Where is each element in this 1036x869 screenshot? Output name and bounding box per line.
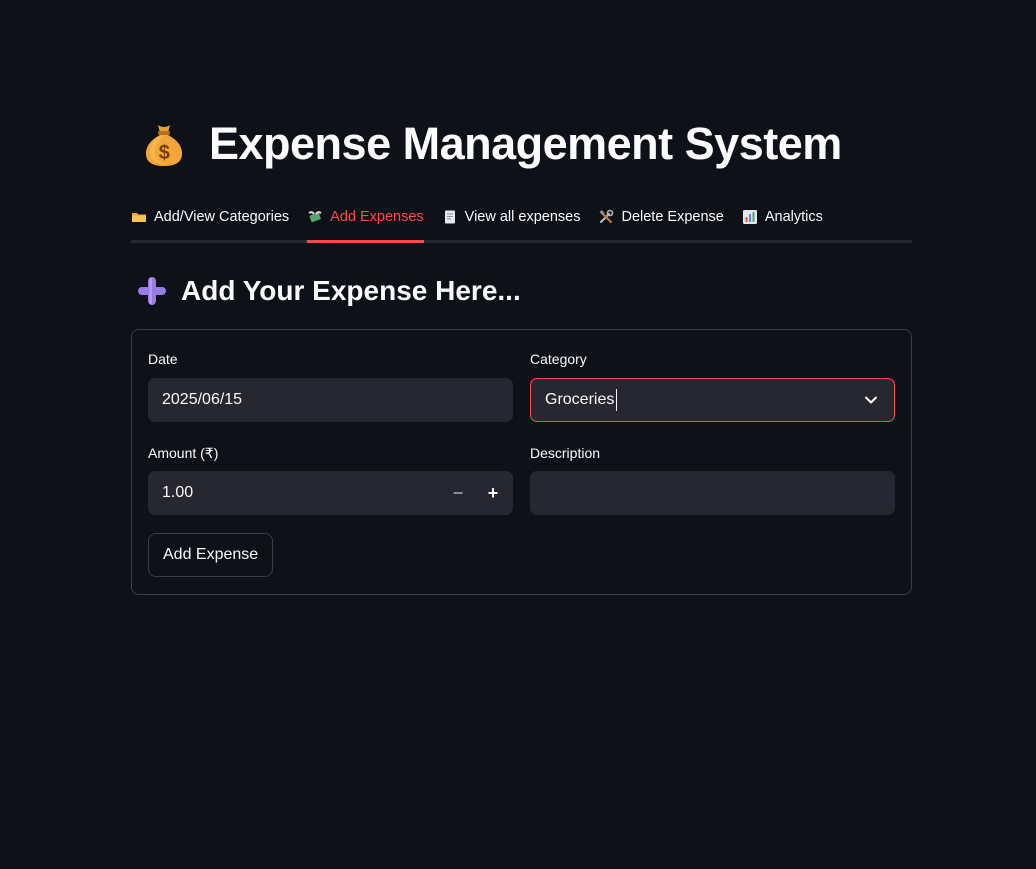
increment-button[interactable]: + [476,471,510,515]
folder-icon [132,213,146,222]
add-expense-button[interactable]: Add Expense [148,533,274,577]
category-select[interactable]: Groceries [530,378,895,422]
date-input[interactable]: 2025/06/15 [148,378,513,422]
date-value: 2025/06/15 [162,391,243,408]
bar-chart-icon [742,210,757,224]
title-text: Expense Management System [209,118,842,169]
amount-label: Amount (₹) [148,445,219,461]
tab-bar: Add/View Categories Add Expenses View al… [131,196,912,243]
description-label: Description [530,445,601,461]
expense-form: Date 2025/06/15 Category Groceries Amoun… [131,329,912,595]
document-icon [444,210,455,224]
page-title: $ Expense Management System [139,118,842,170]
tab-label: Delete Expense [621,209,724,225]
form-heading-text: Add Your Expense Here... [181,275,521,306]
chevron-down-icon[interactable] [864,393,878,407]
tab-label: Add/View Categories [154,209,290,225]
svg-text:$: $ [159,142,170,164]
money-wings-icon [308,211,322,223]
decrement-button[interactable]: − [441,471,475,515]
date-label: Date [148,351,178,367]
tab-label: Analytics [764,209,823,225]
tab-view-all-expenses[interactable]: View all expenses [442,196,581,240]
money-bag-icon: $ [145,125,183,166]
tab-delete-expense[interactable]: Delete Expense [598,196,724,240]
plus-icon [138,277,166,305]
description-input[interactable] [530,471,895,515]
tab-add-view-categories[interactable]: Add/View Categories [131,196,289,240]
amount-input[interactable]: 1.00 − + [148,471,513,515]
category-value: Groceries [545,391,615,408]
tab-add-expenses[interactable]: Add Expenses [307,196,424,243]
amount-value: 1.00 [162,484,194,501]
tools-icon [600,209,614,224]
text-cursor [616,389,618,411]
category-label: Category [530,351,587,367]
tab-label: Add Expenses [330,209,424,225]
tab-analytics[interactable]: Analytics [742,196,823,240]
form-heading: Add Your Expense Here... [135,274,521,308]
tab-label: View all expenses [464,209,581,225]
